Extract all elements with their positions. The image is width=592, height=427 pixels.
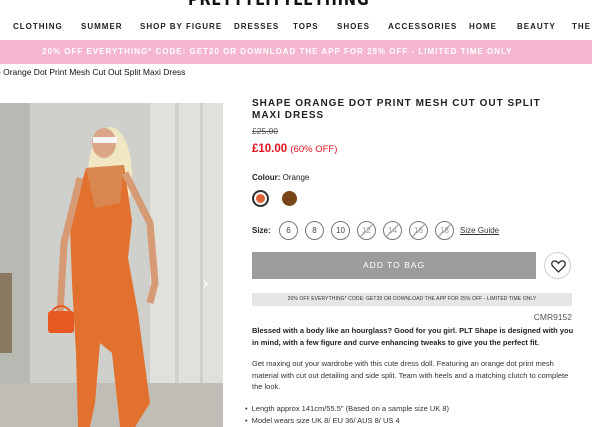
main-nav: CLOTHING SUMMER SHOP BY FIGURE DRESSES T… xyxy=(0,22,592,36)
size-option-8[interactable]: 8 xyxy=(305,221,324,240)
size-option-12[interactable]: 12 xyxy=(357,221,376,240)
colour-value: Orange xyxy=(282,173,310,182)
product-title: SHAPE ORANGE DOT PRINT MESH CUT OUT SPLI… xyxy=(252,98,541,121)
size-option-6[interactable]: 6 xyxy=(279,221,298,240)
wishlist-button[interactable] xyxy=(544,252,571,279)
original-price: £25.00 xyxy=(252,126,278,136)
next-image-chevron-icon[interactable]: › xyxy=(202,273,209,294)
description-highlight: Blessed with a body like an hourglass? G… xyxy=(252,326,574,347)
size-label: Size: xyxy=(252,226,271,235)
product-details-list: Length approx 141cm/55.5" (Based on a sa… xyxy=(245,403,575,427)
product-photo-illustration xyxy=(0,103,223,427)
add-to-bag-button[interactable]: ADD TO BAG xyxy=(252,252,536,279)
sale-price-value: £10.00 xyxy=(252,143,288,155)
size-option-10[interactable]: 10 xyxy=(331,221,350,240)
heart-icon xyxy=(551,260,566,273)
description: Get maxing out your wardrobe with this c… xyxy=(252,359,569,391)
product-image[interactable]: › xyxy=(0,103,223,427)
breadcrumb[interactable]: e Orange Dot Print Mesh Cut Out Split Ma… xyxy=(0,67,185,77)
product-code: CMR9152 xyxy=(533,312,572,322)
colour-label-text: Colour: xyxy=(252,173,281,182)
promo-strip: 20% OFF EVERYTHING* CODE: GET20 OR DOWNL… xyxy=(252,293,572,306)
nav-item-shop-by-figure[interactable]: SHOP BY FIGURE xyxy=(140,22,222,31)
nav-item-shoes[interactable]: SHOES xyxy=(337,22,370,31)
nav-item-tops[interactable]: TOPS xyxy=(293,22,319,31)
nav-item-home[interactable]: HOME xyxy=(469,22,497,31)
nav-item-accessories[interactable]: ACCESSORIES xyxy=(388,22,457,31)
nav-item-beauty[interactable]: BEAUTY xyxy=(517,22,556,31)
detail-model-size: Model wears size UK 8/ EU 36/ AUS 8/ US … xyxy=(245,415,575,427)
nav-item-summer[interactable]: SUMMER xyxy=(81,22,123,31)
promo-text: 20% OFF EVERYTHING* CODE: GET20 OR DOWNL… xyxy=(42,47,513,56)
sale-price: £10.00 (60% OFF) xyxy=(252,143,337,155)
brand-logo[interactable]: PRETTYLITTLETHING xyxy=(188,0,370,10)
discount-percent: (60% OFF) xyxy=(290,144,338,155)
size-guide-link[interactable]: Size Guide xyxy=(460,226,499,235)
size-option-16[interactable]: 16 xyxy=(409,221,428,240)
detail-length: Length approx 141cm/55.5" (Based on a sa… xyxy=(245,403,575,415)
nav-item-clothing[interactable]: CLOTHING xyxy=(13,22,63,31)
swatch-orange[interactable] xyxy=(252,190,269,207)
size-option-14[interactable]: 14 xyxy=(383,221,402,240)
size-option-18[interactable]: 18 xyxy=(435,221,454,240)
swatch-brown[interactable] xyxy=(282,191,297,206)
nav-item-the-edit[interactable]: THE E xyxy=(572,22,592,31)
colour-label: Colour: Orange xyxy=(252,173,309,182)
nav-item-dresses[interactable]: DRESSES xyxy=(234,22,279,31)
promo-banner[interactable]: 20% OFF EVERYTHING* CODE: GET20 OR DOWNL… xyxy=(0,40,592,64)
